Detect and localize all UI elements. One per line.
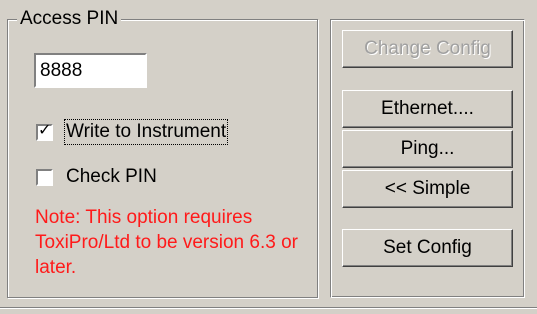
simple-mode-button[interactable]: << Simple xyxy=(342,170,513,208)
change-config-label: Change Config xyxy=(364,38,491,59)
bottom-divider xyxy=(0,307,537,309)
check-pin-checkbox[interactable] xyxy=(36,168,53,186)
write-to-instrument-checkbox-row[interactable]: ✓ Write to Instrument xyxy=(36,119,229,145)
write-to-instrument-checkbox[interactable]: ✓ xyxy=(36,121,53,141)
check-pin-checkbox-row[interactable]: Check PIN xyxy=(36,165,158,189)
ping-button[interactable]: Ping... xyxy=(342,130,513,168)
access-pin-input[interactable] xyxy=(34,53,147,88)
simple-mode-label: << Simple xyxy=(384,178,471,199)
ethernet-button[interactable]: Ethernet.... xyxy=(342,90,513,128)
change-config-button[interactable]: Change Config xyxy=(342,30,513,68)
ping-label: Ping... xyxy=(400,138,455,159)
write-to-instrument-label[interactable]: Write to Instrument xyxy=(63,119,229,145)
set-config-button[interactable]: Set Config xyxy=(342,229,513,267)
check-pin-label[interactable]: Check PIN xyxy=(65,165,158,189)
ethernet-label: Ethernet.... xyxy=(381,98,474,119)
access-pin-group-title: Access PIN xyxy=(17,8,122,30)
set-config-label: Set Config xyxy=(383,237,472,258)
checkmark-icon: ✓ xyxy=(38,121,52,139)
version-note: Note: This option requires ToxiPro/Ltd t… xyxy=(35,207,298,278)
